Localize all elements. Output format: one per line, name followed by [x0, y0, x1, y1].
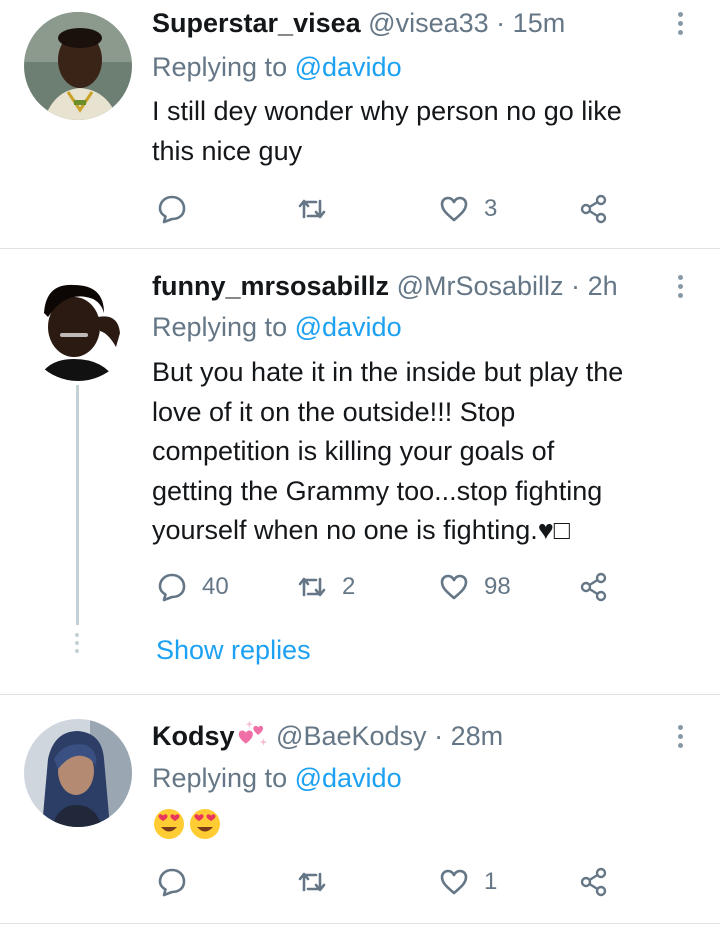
more-options-icon[interactable]: [672, 723, 688, 753]
mention-link[interactable]: @davido: [295, 763, 402, 793]
like-count: 1: [484, 868, 498, 895]
retweet-icon: [298, 577, 326, 597]
more-options-icon[interactable]: [672, 10, 688, 40]
like-button[interactable]: 1: [438, 865, 497, 899]
tweet-header: Superstar_visea @visea33 · 15m: [152, 6, 565, 40]
share-button[interactable]: [578, 192, 610, 226]
user-handle[interactable]: @MrSosabillz: [397, 271, 564, 301]
user-handle[interactable]: @visea33: [368, 8, 488, 38]
replying-to: Replying to @davido: [152, 50, 402, 84]
share-button[interactable]: [578, 865, 610, 899]
reply-count: 40: [202, 573, 229, 600]
mention-link[interactable]: @davido: [295, 52, 402, 82]
retweet-button[interactable]: 2: [296, 570, 355, 604]
sparkling-hearts-icon: [238, 720, 267, 746]
tweet-text-line: love of it on the outside!!! Stop: [152, 396, 516, 427]
tweet-text-line: I still dey wonder why person no go like: [152, 96, 622, 126]
share-icon: [580, 194, 607, 224]
mention-link[interactable]: @davido: [295, 312, 402, 342]
heart-icon: [440, 869, 468, 895]
tweet-header: funny_mrsosabillz @MrSosabillz · 2h: [152, 269, 618, 303]
user-handle[interactable]: @BaeKodsy: [276, 721, 427, 751]
reply-button[interactable]: 40: [156, 570, 229, 604]
thread-dots: [75, 633, 79, 657]
tweet-divider: [0, 923, 720, 924]
replying-to: Replying to @davido: [152, 761, 402, 795]
share-icon: [580, 572, 607, 602]
heart-eyes-emoji-icon: [190, 808, 220, 839]
retweet-icon: [298, 199, 326, 219]
replying-to: Replying to @davido: [152, 310, 402, 344]
heart-icon: [440, 196, 468, 222]
replying-prefix: Replying to: [152, 52, 288, 82]
display-name[interactable]: Superstar_visea: [152, 8, 361, 38]
like-count: 98: [484, 573, 511, 600]
replying-prefix: Replying to: [152, 312, 288, 342]
heart-eyes-emoji-icon: [154, 808, 184, 839]
tweet-text-line: But you hate it in the inside but play t…: [152, 357, 624, 387]
like-count: 3: [484, 195, 498, 222]
display-name[interactable]: funny_mrsosabillz: [152, 271, 389, 301]
tweet-superstar-visea[interactable]: Superstar_visea @visea33 · 15m Replying …: [0, 0, 720, 248]
retweet-icon: [298, 872, 326, 892]
timestamp[interactable]: 28m: [451, 721, 504, 751]
separator: ·: [496, 8, 506, 38]
tweet-text-line: competition is killing your goals of: [152, 436, 555, 466]
tweet-kodsy[interactable]: Kodsy @BaeKodsy · 28m Replying to @david…: [0, 695, 720, 923]
reply-button[interactable]: [156, 192, 202, 226]
thread-line: [76, 385, 79, 625]
reply-button[interactable]: [156, 865, 202, 899]
timestamp[interactable]: 15m: [513, 8, 566, 38]
tweet-text: I still dey wonder why person no go like…: [152, 92, 697, 171]
retweet-button[interactable]: [296, 192, 342, 226]
tweet-text: But you hate it in the inside but play t…: [152, 353, 697, 551]
tweet-text-line: this nice guy: [152, 135, 303, 166]
tweet-text-line: getting the Grammy too...stop fighting: [152, 475, 603, 506]
display-name[interactable]: Kodsy: [152, 721, 235, 751]
avatar-superstar-visea[interactable]: [24, 12, 132, 120]
separator: ·: [571, 271, 581, 301]
timestamp[interactable]: 2h: [588, 271, 618, 301]
more-options-icon[interactable]: [672, 273, 688, 303]
separator: ·: [434, 721, 444, 751]
reply-icon: [158, 195, 186, 224]
tweet-text: [152, 803, 697, 843]
avatar-funny-mrsosabillz[interactable]: [24, 273, 132, 381]
share-icon: [580, 867, 607, 897]
tweet-funny-mrsosabillz[interactable]: funny_mrsosabillz @MrSosabillz · 2h Repl…: [0, 249, 720, 694]
like-button[interactable]: 98: [438, 570, 511, 604]
show-replies-link[interactable]: Show replies: [156, 633, 311, 667]
tweet-text-line: yourself when no one is fighting.♥□: [152, 515, 571, 545]
avatar-kodsy[interactable]: [24, 719, 132, 827]
replying-prefix: Replying to: [152, 763, 288, 793]
share-button[interactable]: [578, 570, 610, 604]
reply-icon: [158, 573, 186, 602]
heart-icon: [440, 574, 468, 600]
tweet-header: Kodsy @BaeKodsy · 28m: [152, 719, 503, 753]
reply-icon: [158, 868, 186, 897]
like-button[interactable]: 3: [438, 192, 497, 226]
retweet-button[interactable]: [296, 865, 342, 899]
retweet-count: 2: [342, 573, 356, 600]
